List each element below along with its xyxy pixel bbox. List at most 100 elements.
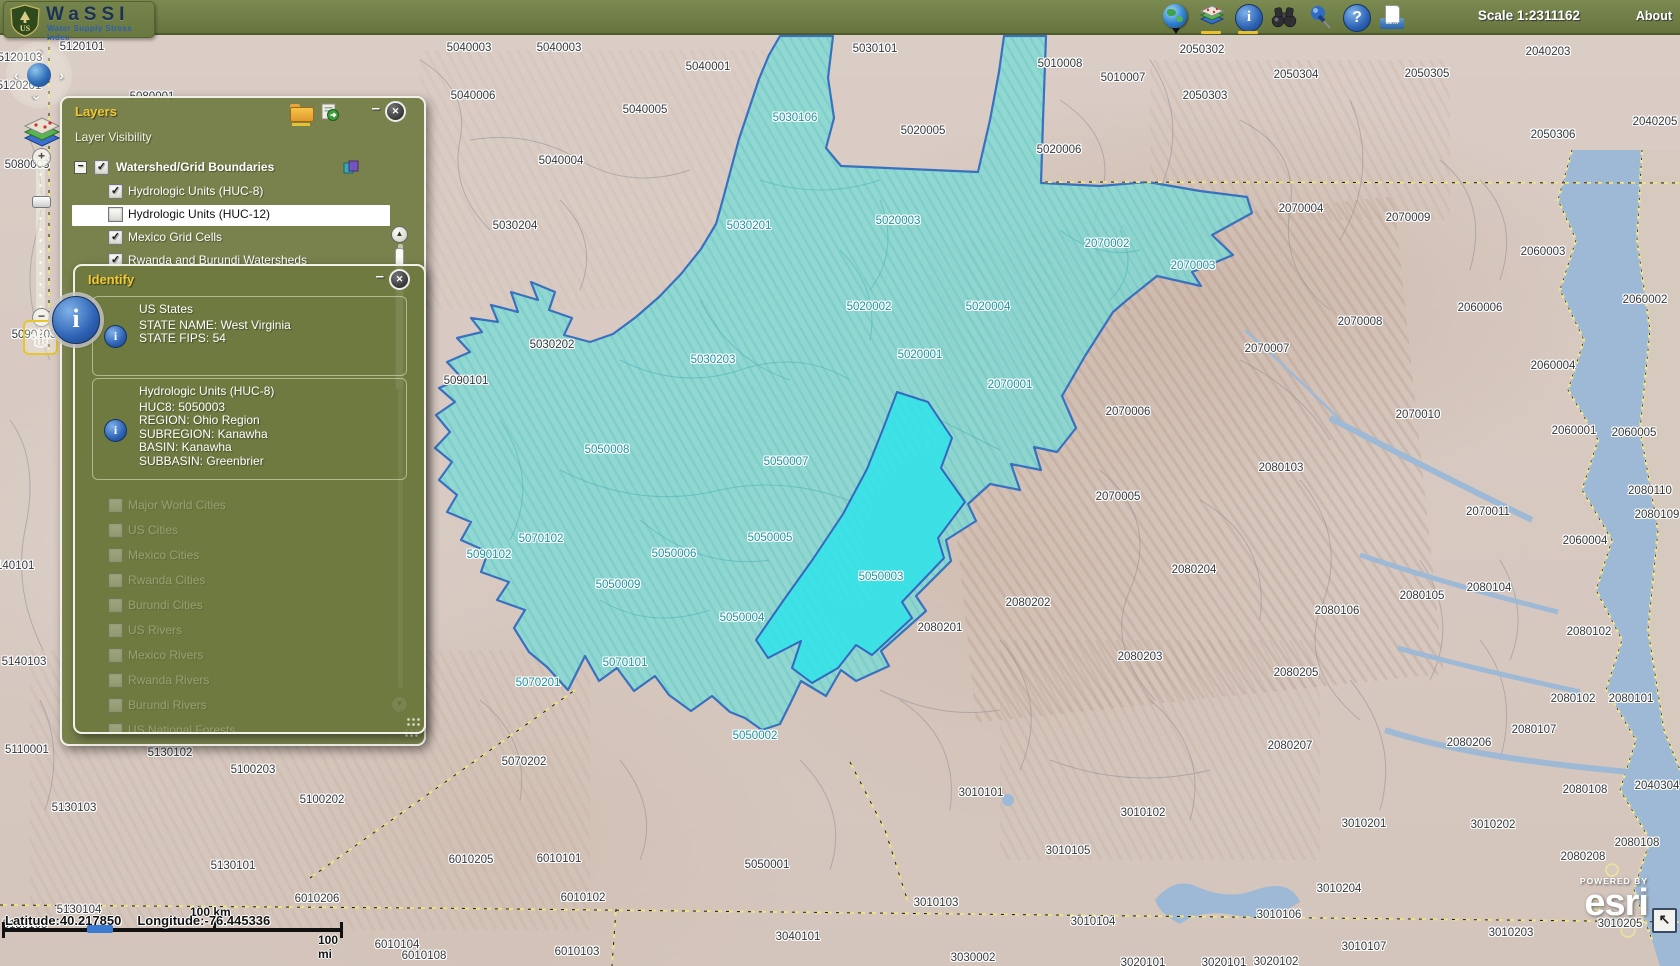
result-field: REGION: Ohio Region xyxy=(139,414,406,428)
layer-checkbox[interactable]: ✓ xyxy=(108,184,123,199)
help-icon[interactable]: ? xyxy=(1343,4,1371,32)
huc-label: 3010102 xyxy=(1121,807,1166,819)
huc-label: 5090101 xyxy=(444,375,489,387)
pan-left-arrow[interactable]: ‹ xyxy=(14,67,19,83)
huc-label: 2080208 xyxy=(1561,851,1606,863)
huc-label: 3020101 xyxy=(1202,957,1247,966)
huc-label: 5070101 xyxy=(603,657,648,669)
metadata-icon[interactable]: META xyxy=(1379,4,1405,30)
attribution-expand-button[interactable]: ↖ xyxy=(1652,908,1677,933)
identify-close-button[interactable]: ✕ xyxy=(389,269,410,290)
huc-label: 5050001 xyxy=(745,859,790,871)
huc-label: 2080207 xyxy=(1268,740,1313,752)
huc-label: 6010103 xyxy=(555,946,600,958)
huc-label: 3010101 xyxy=(959,787,1004,799)
huc-label: 2080202 xyxy=(1006,597,1051,609)
huc-label: 2040203 xyxy=(1526,46,1571,58)
layers-icon[interactable] xyxy=(1199,4,1225,30)
pan-down-arrow[interactable]: › xyxy=(29,96,45,101)
huc-label: 2040304 xyxy=(1635,780,1680,792)
huc-label: 2070007 xyxy=(1245,343,1290,355)
ghost-checkbox xyxy=(108,698,123,713)
huc-label: 3010203 xyxy=(1489,927,1534,939)
ghost-checkbox xyxy=(108,598,123,613)
scale-mi-label: 100 mi xyxy=(318,933,347,961)
identify-badge-icon: i xyxy=(52,296,100,344)
layer-item[interactable]: ✓ Hydrologic Units (HUC-8) xyxy=(62,182,424,203)
huc-label: 2080205 xyxy=(1274,667,1319,679)
huc-label: 5010008 xyxy=(1038,58,1083,70)
legend-transparency-icon[interactable] xyxy=(342,160,360,176)
group-checkbox[interactable]: ✓ xyxy=(94,160,109,175)
huc-label: 6010108 xyxy=(402,950,447,962)
huc-label: 5030203 xyxy=(691,354,736,366)
globe-icon[interactable] xyxy=(1163,4,1189,30)
header-bar: Scale 1:2311162 About i xyxy=(0,0,1680,35)
huc-label: 2080102 xyxy=(1567,626,1612,638)
ghost-layer-item: Rwanda Cities xyxy=(73,571,411,592)
huc-label: 5140101 xyxy=(0,560,34,572)
zoom-slider-handle[interactable] xyxy=(32,196,51,208)
coordinate-readout: Latitude:40.217850Longitude:-76.445336 xyxy=(5,913,286,928)
scroll-up-button[interactable]: ▲ xyxy=(391,226,408,243)
ghost-layer-item: US Rivers xyxy=(73,621,411,642)
huc-label: 2070006 xyxy=(1106,406,1151,418)
huc-label: 3030002 xyxy=(951,952,996,964)
zoom-slider[interactable] xyxy=(36,158,45,316)
folder-active-underline xyxy=(292,123,310,126)
huc-label: 5050002 xyxy=(733,730,778,742)
layers-minimize-button[interactable]: – xyxy=(372,100,380,117)
identify-tool-icon[interactable]: i xyxy=(1235,4,1263,32)
pan-up-arrow[interactable]: › xyxy=(29,50,45,55)
svg-text:US: US xyxy=(20,24,31,33)
usfs-shield-icon: US xyxy=(7,3,43,37)
layer-item[interactable]: ✓ Mexico Grid Cells xyxy=(62,228,424,249)
huc-label: 5070202 xyxy=(502,756,547,768)
huc-label: 5070201 xyxy=(516,677,561,689)
huc-label: 3020102 xyxy=(1254,956,1299,966)
huc-label: 5130102 xyxy=(148,747,193,759)
popup-fragment xyxy=(87,925,113,933)
layer-checkbox[interactable] xyxy=(108,207,123,222)
huc-label: 5020006 xyxy=(1037,144,1082,156)
info-icon: i xyxy=(104,325,127,348)
huc-label: 2070009 xyxy=(1386,212,1431,224)
huc-label: 3010103 xyxy=(914,897,959,909)
huc-label: 2050305 xyxy=(1405,68,1450,80)
huc-label: 2080203 xyxy=(1118,651,1163,663)
layer-checkbox[interactable]: ✓ xyxy=(108,230,123,245)
pushpin-icon[interactable] xyxy=(1307,4,1333,30)
layers-close-button[interactable]: ✕ xyxy=(385,101,406,122)
pan-right-arrow[interactable]: › xyxy=(59,67,64,83)
layer-item[interactable]: Hydrologic Units (HUC-12) xyxy=(72,205,390,226)
app-subtitle: Water Supply Stress Index xyxy=(47,24,154,42)
huc-label: 2070010 xyxy=(1396,409,1441,421)
result-field: SUBREGION: Kanawha xyxy=(139,428,406,442)
ghost-checkbox xyxy=(108,523,123,538)
huc-label: 5030204 xyxy=(493,220,538,232)
huc-label: 2060002 xyxy=(1623,294,1668,306)
export-layers-icon[interactable] xyxy=(320,102,340,127)
huc-label: 5040005 xyxy=(623,104,668,116)
about-link[interactable]: About xyxy=(1636,9,1672,23)
ghost-layer-item: Burundi Cities xyxy=(73,596,411,617)
pan-compass-icon[interactable]: ‹ › › › xyxy=(10,46,68,104)
binoculars-icon[interactable] xyxy=(1271,4,1297,30)
ghost-layer-item: Mexico Cities xyxy=(73,546,411,567)
huc-label: 3010202 xyxy=(1471,819,1516,831)
ghost-checkbox xyxy=(108,498,123,513)
layer-group-watershed-boundaries[interactable]: − ✓ Watershed/Grid Boundaries xyxy=(62,158,424,179)
huc-label: 2080102 xyxy=(1551,693,1596,705)
layer-visibility-heading: Layer Visibility xyxy=(75,130,151,144)
huc-label: 2080101 xyxy=(1609,693,1654,705)
identify-minimize-button[interactable]: – xyxy=(376,268,384,285)
pan-globe-icon[interactable] xyxy=(27,63,51,87)
huc-label: 2070001 xyxy=(988,379,1033,391)
huc-label: 5010007 xyxy=(1101,72,1146,84)
collapse-icon[interactable]: − xyxy=(74,161,87,174)
huc-label: 5030106 xyxy=(773,112,818,124)
identify-resize-grip[interactable] xyxy=(406,717,420,728)
folder-icon[interactable] xyxy=(290,104,312,120)
huc-label: 2060003 xyxy=(1521,246,1566,258)
huc-label: 5040003 xyxy=(537,42,582,54)
